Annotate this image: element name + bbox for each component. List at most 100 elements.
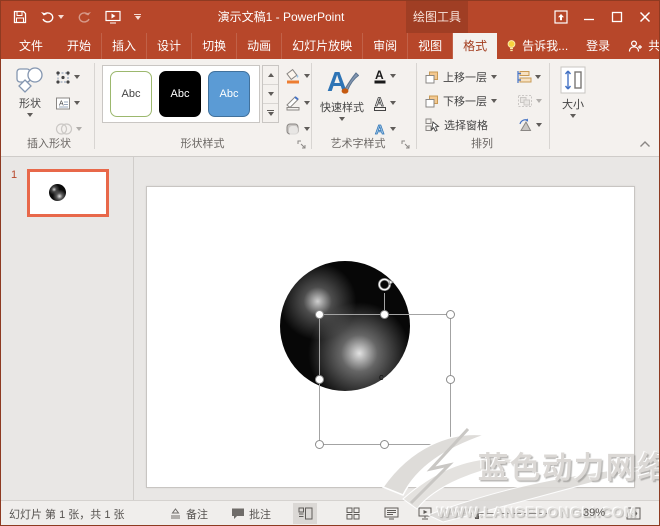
text-box-caret [74,101,80,105]
slide-number: 1 [11,169,18,181]
slideshow-view-icon [418,507,432,520]
align-objects-button[interactable] [517,67,541,87]
quick-styles-button[interactable]: A 快速样式 [317,65,367,121]
customize-qat-button[interactable] [132,6,143,28]
undo-button[interactable] [38,6,66,28]
quick-access-toolbar [11,1,143,33]
zoom-out-button[interactable] [444,501,454,525]
start-slideshow-button[interactable] [103,6,123,28]
slide-stray-text: c [379,372,384,382]
insert-shapes-group-label: 插入形状 [27,138,71,150]
resize-handle-bottom-right[interactable] [446,440,455,449]
shapes-button-label: 形状 [19,98,41,110]
window-title: 演示文稿1 - PowerPoint [217,10,345,24]
tab-animations[interactable]: 动画 [237,33,283,59]
zoom-level[interactable]: 39% [583,501,605,525]
scroll-down-icon [267,92,274,96]
size-button[interactable]: 大小 [553,66,593,118]
resize-handle-top-left[interactable] [315,310,324,319]
shape-outline-button[interactable] [285,93,310,113]
send-backward-button[interactable]: 下移一层 [425,91,497,111]
slide-sorter-view-button[interactable] [341,503,365,524]
rotation-handle[interactable] [376,276,394,293]
gallery-more-button[interactable] [263,104,278,122]
tab-insert[interactable]: 插入 [102,33,148,59]
share-button[interactable]: 共享 [619,33,659,59]
notes-button[interactable]: 备注 [169,501,208,525]
tab-view[interactable]: 视图 [408,33,454,59]
shape-style-option-3[interactable]: Abc [208,71,250,117]
slide-counter: 幻灯片 第 1 张，共 1 张 [9,508,125,521]
resize-handle-middle-left[interactable] [315,374,324,384]
gallery-scroll-controls [262,65,279,123]
window-controls [547,1,659,33]
tab-file[interactable]: 文件 [9,33,53,59]
wordart-styles-dialog-launcher[interactable] [401,140,411,150]
send-backward-caret [491,99,497,103]
quick-styles-label: 快速样式 [320,102,364,114]
rotate-objects-button[interactable] [517,115,542,135]
close-button[interactable] [631,1,659,33]
selection-pane-button[interactable]: 选择窗格 [425,115,488,135]
tab-format-active[interactable]: 格式 [453,33,498,59]
reading-view-button[interactable] [379,503,403,524]
slide-thumbnail-panel: 1 [1,157,134,500]
edit-shape-button[interactable] [55,67,80,87]
resize-handle-middle-right[interactable] [446,374,455,384]
normal-view-button[interactable] [293,503,317,524]
gallery-scroll-down-button[interactable] [263,85,278,104]
group-objects-button[interactable] [517,91,542,111]
bring-forward-label: 上移一层 [443,72,487,84]
collapse-ribbon-button[interactable] [639,140,651,148]
save-button[interactable] [11,6,29,28]
text-fill-button[interactable]: A [373,66,396,86]
bring-forward-button[interactable]: 上移一层 [425,67,497,87]
size-icon [560,66,586,94]
text-outline-button[interactable]: A [373,93,396,113]
zoom-slider-track[interactable] [459,513,547,514]
tell-me-button[interactable]: 告诉我... [497,33,577,59]
slideshow-view-button[interactable] [413,503,437,524]
ribbon-display-options-button[interactable] [547,1,575,33]
text-box-button[interactable]: A [55,93,80,113]
quick-styles-icon: A [327,66,359,97]
shapes-button[interactable]: 形状 [9,67,51,117]
undo-dropdown-caret[interactable] [58,15,64,19]
resize-handle-top-center[interactable] [380,310,389,319]
resize-handle-bottom-left[interactable] [315,440,324,449]
resize-handle-top-right[interactable] [446,310,455,319]
slide-canvas[interactable]: c [146,186,635,488]
comments-button[interactable]: 批注 [231,501,271,525]
maximize-icon [611,11,623,23]
svg-text:A: A [375,95,384,109]
tab-home[interactable]: 开始 [57,33,103,59]
shape-styles-dialog-launcher[interactable] [297,140,307,150]
status-bar: 幻灯片 第 1 张，共 1 张 备注 批注 39% [1,500,659,525]
qat-customize-caret [134,16,141,21]
shape-style-option-1[interactable]: Abc [110,71,152,117]
minimize-button[interactable] [575,1,603,33]
zoom-slider-thumb[interactable] [475,508,479,519]
zoom-out-icon [445,512,453,515]
tab-design[interactable]: 设计 [147,33,193,59]
ribbon: 形状 A 插入形状 Abc Abc Abc 形状样式 A 快速样式 A A A … [1,59,659,157]
wordart-styles-group-label: 艺术字样式 [330,138,386,150]
slide-thumbnail[interactable] [27,169,109,217]
resize-handle-bottom-center[interactable] [380,440,389,449]
align-caret [535,75,541,79]
text-outline-caret [390,101,396,105]
shape-style-option-2[interactable]: Abc [159,71,201,117]
text-box-icon: A [56,97,70,109]
sign-in-button[interactable]: 登录 [577,33,619,59]
selection-pane-label: 选择窗格 [444,120,488,132]
maximize-button[interactable] [603,1,631,33]
fit-slide-to-window-button[interactable] [621,503,645,524]
gallery-scroll-up-button[interactable] [263,66,278,85]
redo-button[interactable] [75,6,94,28]
notes-label: 备注 [186,508,208,521]
tab-transitions[interactable]: 切换 [192,33,238,59]
tab-slideshow[interactable]: 幻灯片放映 [282,33,364,59]
edit-shape-icon [56,70,70,84]
shape-fill-button[interactable] [285,66,310,86]
tab-review[interactable]: 审阅 [363,33,409,59]
